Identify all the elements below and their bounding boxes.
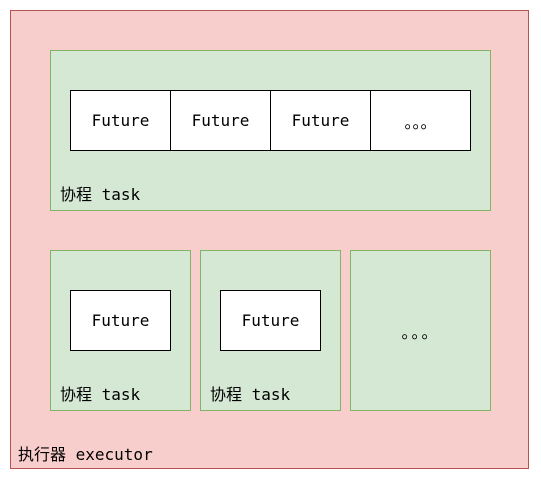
future-box: Future <box>70 90 171 151</box>
task-label: 协程 task <box>60 385 141 404</box>
task-more-ellipsis: 。。。 <box>401 322 440 342</box>
task-label: 协程 task <box>60 185 141 204</box>
future-box: Future <box>220 290 321 351</box>
future-box: Future <box>70 290 171 351</box>
executor-label: 执行器 executor <box>18 445 153 464</box>
future-box: Future <box>170 90 271 151</box>
future-more-box: 。。。 <box>370 90 471 151</box>
task-label: 协程 task <box>210 385 291 404</box>
future-box: Future <box>270 90 371 151</box>
